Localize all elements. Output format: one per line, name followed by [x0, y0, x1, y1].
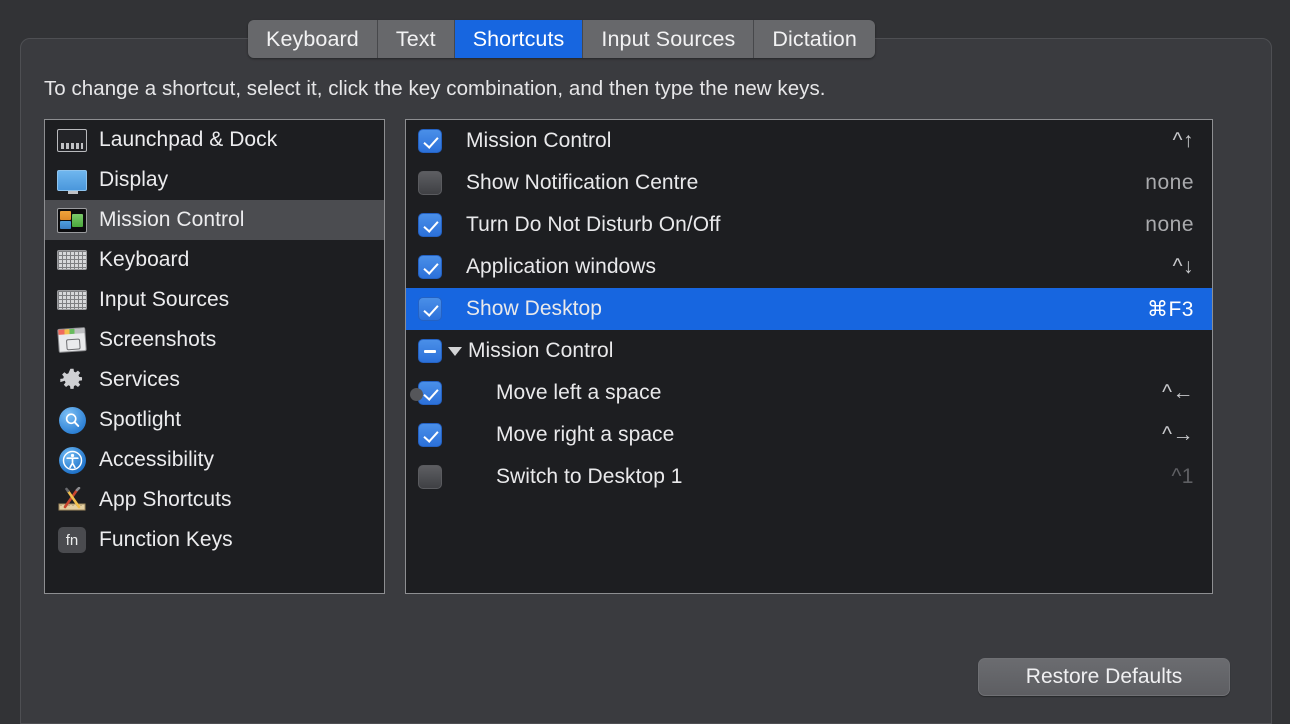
- accessibility-icon: [57, 447, 87, 473]
- shortcut-key-combination[interactable]: ^1: [1171, 465, 1194, 489]
- sidebar-item-keyboard[interactable]: Keyboard: [45, 240, 384, 280]
- tab-text[interactable]: Text: [378, 20, 455, 58]
- sidebar-item-screenshots[interactable]: Screenshots: [45, 320, 384, 360]
- shortcut-label: Show Notification Centre: [466, 171, 1145, 195]
- shortcut-group-row[interactable]: Mission Control: [406, 330, 1212, 372]
- screenshots-icon: [57, 327, 87, 353]
- shortcut-key-combination[interactable]: ^→: [1162, 423, 1194, 447]
- shortcut-row[interactable]: Turn Do Not Disturb On/Offnone: [406, 204, 1212, 246]
- sidebar-item-app-shortcuts[interactable]: App Shortcuts: [45, 480, 384, 520]
- mission-control-icon: [57, 207, 87, 233]
- sidebar-item-launchpad-dock[interactable]: Launchpad & Dock: [45, 120, 384, 160]
- sidebar-item-label: Accessibility: [99, 448, 214, 472]
- shortcut-label: Show Desktop: [466, 297, 1147, 321]
- shortcut-label: Turn Do Not Disturb On/Off: [466, 213, 1145, 237]
- shortcut-label-text: Mission Control: [468, 339, 613, 363]
- instructions-text: To change a shortcut, select it, click t…: [44, 77, 826, 101]
- sidebar-item-accessibility[interactable]: Accessibility: [45, 440, 384, 480]
- app-shortcuts-icon: [57, 487, 87, 513]
- sidebar-item-label: Launchpad & Dock: [99, 128, 277, 152]
- sidebar-item-label: Display: [99, 168, 168, 192]
- sidebar-item-label: Screenshots: [99, 328, 216, 352]
- tab-dictation[interactable]: Dictation: [754, 20, 875, 58]
- sidebar-item-services[interactable]: Services: [45, 360, 384, 400]
- sidebar-item-display[interactable]: Display: [45, 160, 384, 200]
- restore-defaults-button[interactable]: Restore Defaults: [978, 658, 1230, 696]
- tab-bar: KeyboardTextShortcutsInput SourcesDictat…: [248, 20, 875, 58]
- shortcut-label: Move right a space: [496, 423, 1162, 447]
- launchpad-dock-icon: [57, 127, 87, 153]
- shortcut-checkbox[interactable]: [418, 423, 442, 447]
- sidebar-item-label: App Shortcuts: [99, 488, 232, 512]
- shortcut-categories-list[interactable]: Launchpad & Dock Display Mission Control Ke…: [44, 119, 385, 594]
- function-keys-fn-icon: fn: [57, 527, 87, 553]
- shortcut-row[interactable]: Show Notification Centrenone: [406, 162, 1212, 204]
- shortcut-key-combination[interactable]: none: [1145, 171, 1194, 195]
- shortcut-row[interactable]: Move right a space^→: [406, 414, 1212, 456]
- shortcut-row[interactable]: Application windows^↓: [406, 246, 1212, 288]
- sidebar-item-function-keys[interactable]: fn Function Keys: [45, 520, 384, 560]
- shortcut-key-combination[interactable]: none: [1145, 213, 1194, 237]
- shortcut-label: Mission Control: [466, 129, 1173, 153]
- shortcut-key-combination[interactable]: ⌘F3: [1147, 297, 1194, 322]
- input-sources-icon: [57, 287, 87, 313]
- disclosure-triangle-icon[interactable]: [448, 347, 462, 356]
- shortcut-label: Switch to Desktop 1: [496, 465, 1171, 489]
- sidebar-item-mission-control[interactable]: Mission Control: [45, 200, 384, 240]
- shortcuts-list[interactable]: Mission Control^↑Show Notification Centr…: [405, 119, 1213, 594]
- display-icon: [57, 167, 87, 193]
- tab-input-sources[interactable]: Input Sources: [583, 20, 754, 58]
- services-gear-icon: [57, 367, 87, 393]
- shortcut-checkbox[interactable]: [418, 171, 442, 195]
- sidebar-item-label: Function Keys: [99, 528, 233, 552]
- sidebar-item-label: Services: [99, 368, 180, 392]
- shortcut-key-combination[interactable]: ^↑: [1173, 129, 1194, 153]
- sidebar-item-spotlight[interactable]: Spotlight: [45, 400, 384, 440]
- shortcut-row[interactable]: Show Desktop⌘F3: [406, 288, 1212, 330]
- shortcut-checkbox[interactable]: [418, 213, 442, 237]
- split-view-drag-handle[interactable]: [410, 388, 423, 401]
- shortcut-label: Move left a space: [496, 381, 1162, 405]
- tab-keyboard[interactable]: Keyboard: [248, 20, 378, 58]
- sidebar-item-label: Keyboard: [99, 248, 189, 272]
- shortcut-row[interactable]: Mission Control^↑: [406, 120, 1212, 162]
- shortcut-checkbox[interactable]: [418, 339, 442, 363]
- spotlight-icon: [57, 407, 87, 433]
- shortcut-checkbox[interactable]: [418, 297, 442, 321]
- keyboard-icon: [57, 247, 87, 273]
- shortcut-label: Mission Control: [448, 339, 1194, 363]
- sidebar-item-label: Spotlight: [99, 408, 181, 432]
- sidebar-item-input-sources[interactable]: Input Sources: [45, 280, 384, 320]
- shortcut-checkbox[interactable]: [418, 129, 442, 153]
- shortcut-checkbox[interactable]: [418, 255, 442, 279]
- sidebar-item-label: Mission Control: [99, 208, 244, 232]
- shortcut-row[interactable]: Switch to Desktop 1^1: [406, 456, 1212, 498]
- sidebar-item-label: Input Sources: [99, 288, 229, 312]
- shortcut-row[interactable]: Move left a space^←: [406, 372, 1212, 414]
- shortcut-key-combination[interactable]: ^↓: [1173, 255, 1194, 279]
- shortcut-label: Application windows: [466, 255, 1173, 279]
- shortcut-checkbox[interactable]: [418, 465, 442, 489]
- shortcut-key-combination[interactable]: ^←: [1162, 381, 1194, 405]
- tab-shortcuts[interactable]: Shortcuts: [455, 20, 584, 58]
